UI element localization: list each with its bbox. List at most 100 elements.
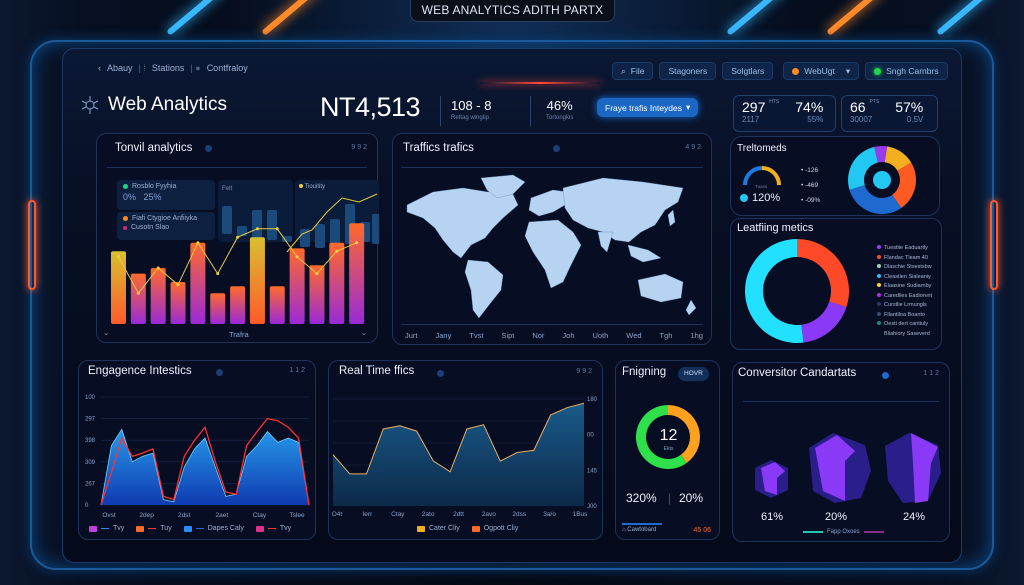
map-india bbox=[597, 231, 614, 253]
trend-point bbox=[236, 235, 240, 239]
dropdown-select[interactable]: WebUgt ▾ bbox=[783, 62, 860, 80]
card-conversion: Conversitor Candartats 1 1 2 61% 20% 24%… bbox=[732, 362, 950, 542]
legend-line bbox=[101, 527, 109, 530]
trend-point bbox=[156, 266, 160, 270]
legend-label: Curstlie Lrmungls bbox=[884, 302, 927, 308]
realtime-area-chart: J00 145 00 180 O4t Ierr Ctay 2ato 2dtt 2avo 2dss 3a… bbox=[332, 397, 598, 518]
sub-bar bbox=[267, 210, 277, 240]
legend-label: Dapes Caly bbox=[207, 525, 244, 532]
legend-label: Cleastien Sialeaniy bbox=[884, 273, 931, 280]
legend-label: Elaasine Sudiarnby bbox=[884, 283, 932, 289]
toolbar-button-2[interactable]: Stagoners bbox=[659, 62, 717, 80]
legend-item: Tvy bbox=[255, 525, 291, 532]
map-se-asia bbox=[627, 244, 662, 263]
more-icon[interactable]: 4 9 2 bbox=[685, 144, 701, 151]
trend-point bbox=[216, 272, 220, 276]
decor-red-line bbox=[480, 82, 600, 84]
y-tick-label: 309 bbox=[85, 460, 96, 466]
divider bbox=[401, 167, 703, 168]
breadcrumb-item[interactable]: Abauy bbox=[107, 63, 133, 73]
card-fnigning: Fnigning HOVR 12 Ekts 320% | 20% ⌂ Cawto… bbox=[615, 360, 720, 540]
world-map[interactable] bbox=[393, 170, 713, 320]
status-button[interactable]: Sngh Carnbrs bbox=[865, 62, 948, 80]
toolbar-button-3[interactable]: Solgtlars bbox=[722, 62, 774, 80]
trends-charts bbox=[743, 146, 916, 214]
trend-point bbox=[176, 283, 180, 287]
search-button[interactable]: ⌕ File bbox=[612, 62, 654, 80]
separator: | ● bbox=[190, 63, 201, 73]
y-tick-label: 145 bbox=[587, 468, 598, 474]
card-leading-metrics: Leatfiing metics Tuestiie Eaduartly Fland… bbox=[730, 218, 942, 350]
legend-swatch bbox=[89, 525, 97, 532]
legend-item: Curstlie Lrmungls bbox=[877, 301, 932, 311]
status-dot-icon bbox=[553, 145, 560, 152]
gem-shape-3 bbox=[885, 433, 941, 503]
bar bbox=[111, 251, 126, 324]
legend: Tuestiie Eaduartly Flandac Tleam 40 Dlasch… bbox=[877, 244, 932, 339]
month-axis: Jurt Jany Tvst Sipt Nor Joh Uoth Wed Tgh 1hg bbox=[405, 331, 703, 340]
gauge-arc-blue bbox=[743, 166, 763, 186]
divider bbox=[530, 96, 531, 126]
divider: | bbox=[668, 491, 672, 505]
gem-shape-2 bbox=[809, 433, 871, 503]
sub-bar bbox=[372, 214, 379, 244]
separator: | ⁞ bbox=[138, 63, 146, 73]
map-north-america bbox=[406, 187, 519, 259]
bar bbox=[210, 293, 226, 324]
page-title: Web Analytics bbox=[108, 94, 227, 115]
legend-item: Fllantiloa Boanto bbox=[877, 311, 932, 321]
stat-unit: HTS bbox=[769, 99, 780, 105]
map-asia bbox=[562, 177, 684, 243]
trend-point bbox=[355, 241, 359, 245]
month-label: Uoth bbox=[592, 331, 609, 340]
card-traffic-map: Traffics trafics 4 9 2 Jurt Jany Tvst Sipt N… bbox=[392, 133, 712, 345]
stat-sub: 0.5V bbox=[906, 115, 924, 124]
chevron-left-icon[interactable]: ‹ bbox=[98, 63, 101, 73]
chevron-down-icon[interactable]: ⌄ bbox=[103, 328, 109, 337]
map-nz bbox=[685, 299, 697, 316]
kpi-total: NT4,513 bbox=[320, 92, 421, 122]
legend-dot-icon bbox=[877, 302, 881, 306]
traffic-filter-dropdown[interactable]: Fraye trafis Inteydes ▾ bbox=[597, 98, 699, 117]
legend-line bbox=[195, 527, 204, 530]
map-japan bbox=[667, 209, 676, 227]
x-tick-label: Tslee bbox=[289, 512, 305, 519]
breadcrumb-item[interactable]: Contfraloy bbox=[207, 63, 248, 73]
gauge-value: 120% bbox=[740, 192, 780, 204]
stat-sub: 2117 bbox=[742, 115, 760, 124]
area-series bbox=[333, 403, 584, 506]
legend-label: Dlaschie Stsestsbw bbox=[884, 264, 932, 270]
x-tick-label: 2dtt bbox=[453, 511, 464, 518]
gauge-label: Tuass bbox=[755, 184, 768, 189]
legend-label: Fllantiloa Boanto bbox=[884, 311, 925, 318]
search-label: File bbox=[630, 66, 645, 76]
breadcrumb-item[interactable]: Stations bbox=[152, 63, 185, 73]
legend-dot-icon bbox=[877, 273, 881, 278]
legend-swatch bbox=[183, 525, 192, 532]
dropdown-label: WebUgt bbox=[804, 66, 835, 76]
x-tick-label: 3a/o bbox=[543, 511, 556, 518]
card-title: Traffics trafics bbox=[403, 142, 474, 154]
legend-label: Flandac Tleam 40 bbox=[884, 254, 928, 261]
card-engagement: Engagence Intestics 1 1 2 0 267 309 398 297 1… bbox=[78, 360, 316, 540]
y-tick-label: 267 bbox=[85, 481, 96, 487]
conversion-value: 20% bbox=[825, 511, 848, 523]
mini-stat-card: 297 HTS 2117 74% 55% bbox=[733, 95, 836, 132]
legend: Tvy Tuy Dapes Caly Tvy bbox=[89, 525, 291, 532]
trends-donut-slice bbox=[848, 146, 878, 190]
bar bbox=[170, 282, 186, 324]
legend-line bbox=[148, 527, 157, 530]
chevron-down-icon: ▾ bbox=[686, 102, 691, 112]
status-label: Sngh Carnbrs bbox=[886, 66, 939, 76]
delta-value: -469 bbox=[805, 182, 819, 189]
legend-dot-icon bbox=[877, 292, 881, 297]
month-label: Tgh bbox=[659, 331, 673, 340]
status-dot-icon bbox=[874, 67, 882, 75]
map-south-america bbox=[464, 259, 504, 319]
legend-item: Bliahiory Saseverd bbox=[877, 330, 932, 340]
delta-value: -09% bbox=[805, 197, 821, 204]
legend-item: Dapes Caly bbox=[183, 525, 244, 532]
map-africa bbox=[524, 219, 582, 289]
chevron-down-icon[interactable]: ⌄ bbox=[361, 328, 367, 337]
conversion-value: 24% bbox=[903, 511, 926, 523]
